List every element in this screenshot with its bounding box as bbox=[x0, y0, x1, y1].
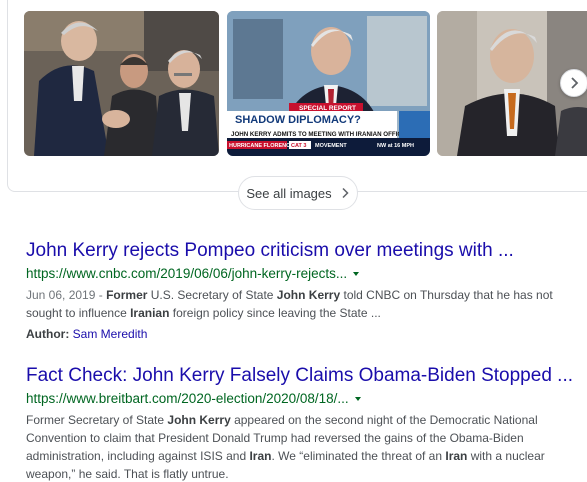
result-url-text[interactable]: https://www.breitbart.com/2020-election/… bbox=[26, 389, 349, 409]
snippet-highlight: John Kerry bbox=[167, 413, 231, 427]
snippet-highlight: Former bbox=[106, 288, 148, 302]
thumb2-ticker-4: NW at 16 MPH bbox=[377, 143, 414, 149]
see-all-images-label: See all images bbox=[246, 185, 332, 201]
search-results-page: SHADOW DIPLOMACY? JOHN KERRY ADMITS TO M… bbox=[0, 0, 587, 482]
snippet-highlight: John Kerry bbox=[276, 288, 341, 302]
result-title-link[interactable]: Fact Check: John Kerry Falsely Claims Ob… bbox=[26, 364, 586, 388]
result-author: Author: Sam Meredith bbox=[26, 325, 586, 343]
thumb2-subline: JOHN KERRY ADMITS TO MEETING WITH IRANIA… bbox=[231, 131, 416, 138]
photo-thumbnail-1 bbox=[24, 11, 219, 156]
thumb2-ticker-3: MOVEMENT bbox=[315, 143, 347, 149]
thumb2-ticker-1: HURRICANE FLORENCE bbox=[229, 143, 294, 149]
snippet-text: U.S. Secretary of State bbox=[147, 288, 277, 302]
chevron-right-icon bbox=[571, 77, 579, 89]
result-snippet: Former Secretary of State John Kerry app… bbox=[26, 411, 578, 482]
next-images-button[interactable] bbox=[560, 69, 587, 97]
snippet-highlight: Iran bbox=[249, 449, 272, 463]
result-title-link[interactable]: John Kerry rejects Pompeo criticism over… bbox=[26, 239, 586, 263]
image-thumbnail-2[interactable]: SHADOW DIPLOMACY? JOHN KERRY ADMITS TO M… bbox=[227, 11, 430, 156]
author-label: Author: bbox=[26, 327, 70, 341]
result-date: Jun 06, 2019 - bbox=[26, 288, 107, 302]
see-all-images-button[interactable]: See all images bbox=[238, 176, 358, 210]
result-snippet: Jun 06, 2019 - Former U.S. Secretary of … bbox=[26, 286, 578, 322]
search-result: John Kerry rejects Pompeo criticism over… bbox=[26, 239, 586, 343]
caret-down-icon[interactable] bbox=[353, 272, 360, 276]
result-url-text[interactable]: https://www.cnbc.com/2019/06/06/john-ker… bbox=[26, 264, 347, 284]
chevron-right-icon bbox=[342, 187, 349, 199]
caret-down-icon[interactable] bbox=[354, 397, 361, 401]
image-thumbnail-1[interactable] bbox=[24, 11, 219, 156]
snippet-text: Former Secretary of State bbox=[26, 413, 168, 427]
snippet-highlight: Iranian bbox=[130, 306, 170, 320]
snippet-text: . We “eliminated the threat of an bbox=[271, 449, 446, 463]
snippet-text: foreign policy since leaving the State .… bbox=[169, 306, 381, 320]
photo-thumbnail-2: SHADOW DIPLOMACY? JOHN KERRY ADMITS TO M… bbox=[227, 11, 430, 156]
author-link[interactable]: Sam Meredith bbox=[73, 327, 148, 341]
result-url[interactable]: https://www.breitbart.com/2020-election/… bbox=[26, 389, 586, 409]
search-result: Fact Check: John Kerry Falsely Claims Ob… bbox=[26, 364, 586, 482]
snippet-highlight: Iran bbox=[445, 449, 468, 463]
thumb2-ticker-2: CAT 3 bbox=[291, 143, 306, 149]
thumb2-banner: SPECIAL REPORT bbox=[299, 105, 356, 112]
thumb2-headline: SHADOW DIPLOMACY? bbox=[235, 114, 361, 126]
result-url[interactable]: https://www.cnbc.com/2019/06/06/john-ker… bbox=[26, 264, 586, 284]
